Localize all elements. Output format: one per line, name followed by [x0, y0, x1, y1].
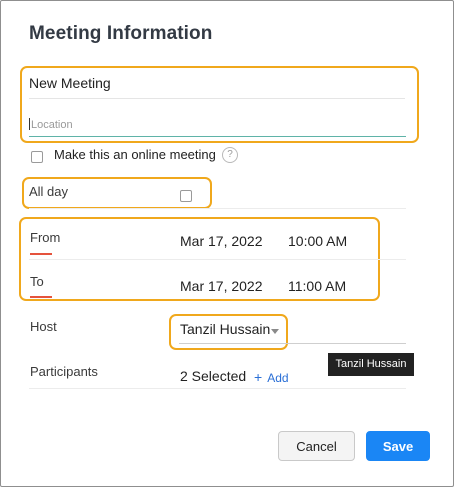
from-time-field[interactable]: 10:00 AM: [288, 233, 347, 249]
save-button[interactable]: Save: [366, 431, 430, 461]
from-date-field[interactable]: Mar 17, 2022: [180, 233, 263, 249]
all-day-checkbox[interactable]: [180, 190, 192, 202]
meeting-name-input[interactable]: New Meeting: [29, 75, 405, 99]
host-select-value: Tanzil Hussain: [180, 321, 271, 337]
dialog-title: Meeting Information: [29, 23, 213, 44]
host-select[interactable]: Tanzil Hussain: [179, 319, 406, 344]
participants-label: Participants: [30, 364, 98, 379]
from-label: From: [30, 230, 61, 245]
participants-count: 2 Selected: [180, 368, 247, 384]
location-placeholder: Location: [31, 119, 73, 131]
meeting-dialog: Meeting Information New Meeting Location…: [0, 0, 454, 487]
to-date-field[interactable]: Mar 17, 2022: [180, 278, 263, 294]
to-label: To: [30, 274, 44, 289]
online-meeting-checkbox[interactable]: [31, 151, 43, 163]
divider: [29, 388, 406, 389]
host-label: Host: [30, 319, 57, 334]
divider: [29, 208, 406, 209]
add-participant-link[interactable]: + Add: [254, 369, 289, 385]
divider: [29, 259, 406, 260]
to-time-field[interactable]: 11:00 AM: [288, 278, 346, 294]
cancel-button[interactable]: Cancel: [278, 431, 355, 461]
online-meeting-label: Make this an online meeting: [54, 147, 216, 162]
host-tooltip: Tanzil Hussain: [328, 353, 414, 376]
text-caret: [29, 118, 30, 130]
required-indicator: [30, 296, 52, 298]
plus-icon: +: [254, 369, 263, 385]
add-participant-label: Add: [267, 371, 289, 385]
required-indicator: [30, 253, 52, 255]
chevron-down-icon: [271, 329, 279, 334]
location-input[interactable]: Location: [29, 118, 406, 137]
all-day-label: All day: [29, 184, 69, 199]
help-icon[interactable]: ?: [222, 147, 238, 163]
